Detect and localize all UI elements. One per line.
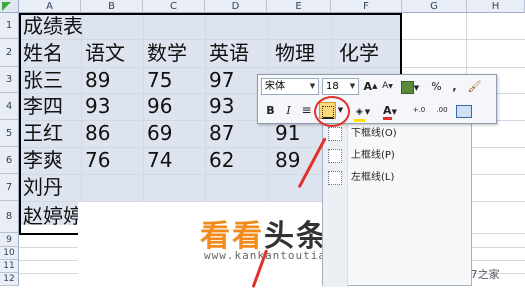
row-header-12[interactable]: 12	[0, 273, 19, 286]
merge-center-button[interactable]	[455, 102, 473, 119]
row-header-2[interactable]: 2	[0, 39, 19, 67]
row-header-9[interactable]: 9	[0, 233, 19, 247]
chevron-down-icon: ▼	[391, 108, 397, 116]
bottom-border-icon	[328, 127, 342, 141]
row-header-4[interactable]: 4	[0, 93, 19, 120]
fill-bucket-icon: ◈	[353, 108, 365, 122]
comma-style-button[interactable]: ,	[446, 78, 463, 95]
row-header-7[interactable]: 7	[0, 174, 19, 201]
select-all-corner[interactable]	[0, 0, 19, 13]
row-header-1[interactable]: 1	[0, 13, 19, 39]
menu-item-left-border[interactable]: 左框线(L)	[351, 169, 394, 187]
column-header-g[interactable]: G	[402, 0, 467, 13]
row-header-8[interactable]: 8	[0, 201, 19, 233]
row-header-6[interactable]: 6	[0, 147, 19, 174]
column-header-a[interactable]: A	[19, 0, 81, 13]
shrink-font-button[interactable]: A▼	[379, 78, 396, 95]
format-painter-icon[interactable]: 🖌	[466, 78, 483, 95]
font-name-combo[interactable]: 宋体 ▼	[261, 78, 319, 95]
row-header-3[interactable]: 3	[0, 67, 19, 93]
percent-button[interactable]: %	[428, 78, 445, 95]
chevron-down-icon: ▼	[413, 84, 420, 92]
decrease-decimal-button[interactable]: .00	[431, 102, 453, 119]
caret-down-icon: ▼	[388, 83, 393, 90]
menu-icon-strip	[323, 123, 348, 287]
left-border-icon	[328, 171, 342, 185]
row-header-10[interactable]: 10	[0, 247, 19, 260]
column-header-b[interactable]: B	[81, 0, 143, 13]
align-center-icon[interactable]: ≡	[298, 102, 315, 119]
increase-decimal-button[interactable]: +.0	[408, 102, 430, 119]
column-header-c[interactable]: C	[143, 0, 205, 13]
font-color-icon: A	[383, 104, 392, 120]
column-header-f[interactable]: F	[331, 0, 402, 13]
corner-triangle-icon	[2, 2, 11, 11]
chevron-down-icon[interactable]: ▼	[308, 80, 317, 93]
font-color-button[interactable]: A▼	[378, 102, 402, 120]
top-border-icon	[328, 149, 342, 163]
font-size-combo[interactable]: 18 ▼	[322, 78, 359, 95]
fill-color-button[interactable]: ◈ ▼	[350, 102, 374, 122]
font-name-value: 宋体	[265, 81, 285, 92]
italic-button[interactable]: I	[280, 102, 297, 119]
border-dropdown-menu: 下框线(O) 上框线(P) 左框线(L)	[322, 122, 472, 287]
chevron-down-icon: ▼	[364, 108, 371, 116]
caret-up-icon: ▲	[372, 82, 378, 90]
accounting-format-icon	[400, 80, 414, 94]
column-header-d[interactable]: D	[205, 0, 267, 13]
column-header-e[interactable]: E	[267, 0, 331, 13]
bold-button[interactable]: B	[262, 102, 279, 119]
row-header-5[interactable]: 5	[0, 120, 19, 147]
grow-font-icon: A	[363, 80, 373, 93]
column-header-h[interactable]: H	[467, 0, 525, 13]
merge-center-icon	[456, 104, 472, 118]
mini-toolbar: 宋体 ▼ 18 ▼ A▲ A▼ ▼ % , 🖌 B I ≡ ▼ ◈ ▼ A▼ +.…	[257, 74, 497, 124]
chevron-down-icon[interactable]: ▼	[348, 80, 357, 93]
font-size-value: 18	[326, 81, 339, 92]
grow-font-button[interactable]: A▲	[362, 78, 379, 95]
number-format-button[interactable]: ▼	[398, 78, 422, 95]
menu-item-top-border[interactable]: 上框线(P)	[351, 147, 395, 165]
menu-item-bottom-border[interactable]: 下框线(O)	[351, 125, 397, 143]
highlight-circle	[314, 96, 350, 127]
row-header-11[interactable]: 11	[0, 260, 19, 273]
